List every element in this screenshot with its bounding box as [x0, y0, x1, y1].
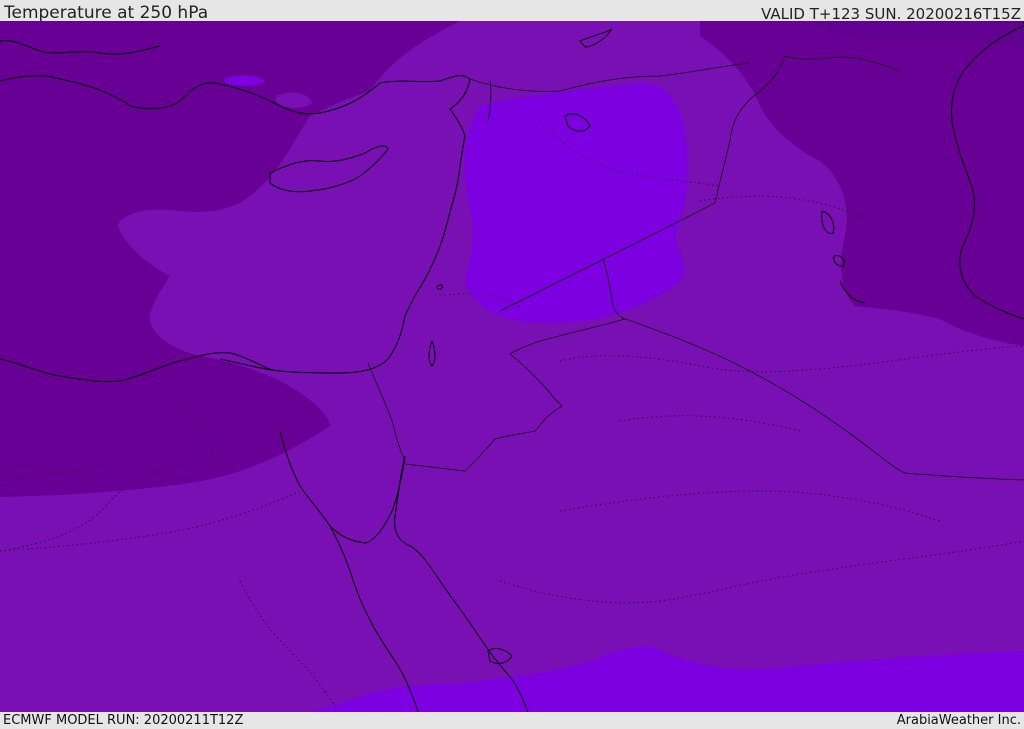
- weather-map-page: Temperature at 250 hPa VALID T+123 SUN. …: [0, 0, 1024, 729]
- credit-label: ArabiaWeather Inc.: [896, 713, 1021, 728]
- temperature-map: [0, 21, 1024, 712]
- model-run-label: ECMWF MODEL RUN: 20200211T12Z: [3, 713, 244, 728]
- map-title: Temperature at 250 hPa: [4, 3, 209, 23]
- map-area: [0, 21, 1024, 712]
- temperature-field-warm-north: [464, 82, 688, 323]
